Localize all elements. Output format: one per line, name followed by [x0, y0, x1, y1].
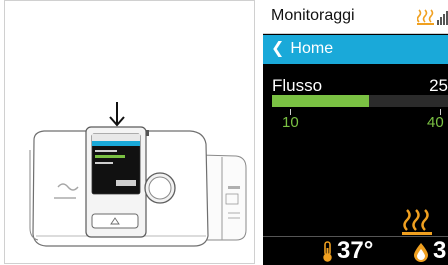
flow-tick-label-max: 40 — [427, 114, 444, 131]
signal-bars-icon — [437, 11, 448, 25]
humidity-value: 3 — [433, 237, 447, 264]
device-illustration-panel — [0, 0, 259, 265]
airsense-device-illustration — [29, 102, 247, 247]
home-back-label: Home — [290, 40, 334, 57]
climate-readout: 37° 3 — [263, 237, 448, 265]
temperature-value: 37° — [337, 237, 374, 264]
flow-label: Flusso — [272, 76, 323, 95]
status-icons — [416, 6, 448, 31]
flow-bar — [272, 95, 448, 107]
heated-tube-icon — [402, 209, 432, 235]
down-arrow-icon — [109, 102, 125, 127]
nav-bar: ❮ Home — [263, 35, 448, 64]
screen-title: Monitoraggi — [271, 7, 355, 24]
chevron-left-icon: ❮ — [271, 40, 285, 57]
flow-value: 25 — [429, 76, 448, 95]
droplet-icon — [414, 243, 428, 262]
humidifier-status-icon — [416, 9, 434, 25]
home-back-button[interactable]: ❮ Home — [271, 40, 333, 58]
flow-tick-label-min: 10 — [282, 114, 299, 131]
thermometer-icon — [323, 241, 332, 262]
status-bar: Monitoraggi — [263, 0, 448, 34]
device-screen: Monitoraggi ❮ Home Flusso 25 10 40 37° 3 — [263, 0, 448, 265]
flow-bar-fill — [272, 95, 369, 107]
